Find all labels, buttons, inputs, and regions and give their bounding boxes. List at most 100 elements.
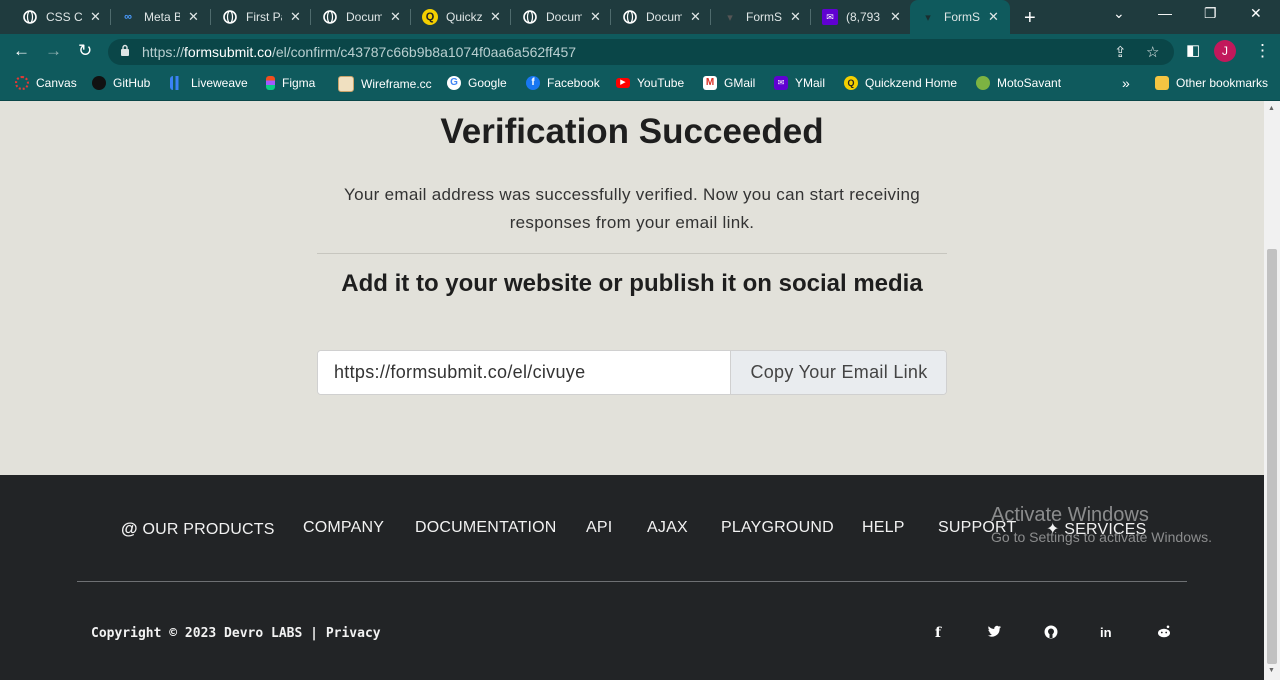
bookmark-google[interactable]: G Google xyxy=(447,76,507,90)
close-tab-icon[interactable]: ✕ xyxy=(90,9,101,25)
email-link-input[interactable] xyxy=(318,351,730,394)
bookmarks-overflow-button[interactable]: » xyxy=(1122,75,1130,91)
yahoo-mail-icon: ✉ xyxy=(822,9,838,25)
gmail-icon: M xyxy=(703,76,717,90)
motosavant-icon xyxy=(976,76,990,90)
twitter-icon[interactable] xyxy=(987,625,1002,641)
tab-title: First Pa xyxy=(246,10,282,24)
quickzend-icon: Q xyxy=(844,76,858,90)
globe-icon xyxy=(622,9,638,25)
footer-divider xyxy=(77,581,1187,582)
reddit-icon[interactable] xyxy=(1157,625,1171,641)
tab-title: FormSu xyxy=(746,10,782,24)
bookmark-facebook[interactable]: f Facebook xyxy=(526,76,600,90)
globe-icon xyxy=(522,9,538,25)
tab-css[interactable]: CSS Ca ✕ xyxy=(12,4,101,30)
bookmark-star-icon[interactable]: ☆ xyxy=(1146,43,1159,61)
copy-email-link-button[interactable]: Copy Your Email Link xyxy=(730,351,946,394)
linkedin-icon[interactable]: in xyxy=(1100,625,1112,640)
formsubmit-icon: ▾ xyxy=(925,11,931,24)
close-tab-icon[interactable]: ✕ xyxy=(188,9,199,25)
footer-nav-help[interactable]: HELP xyxy=(862,519,905,537)
footer-nav-our-products[interactable]: @ OUR PRODUCTS xyxy=(121,519,275,539)
wireframe-icon xyxy=(338,76,354,92)
github-icon[interactable] xyxy=(1044,625,1058,642)
url-text: https://formsubmit.co/el/confirm/c43787c… xyxy=(142,44,577,60)
tab-document-3[interactable]: Docum ✕ xyxy=(612,4,701,30)
tab-title: Docum xyxy=(346,10,382,24)
bookmark-wireframe[interactable]: Wireframe.cc xyxy=(338,76,432,92)
scroll-up-arrow-icon[interactable]: ▲ xyxy=(1268,105,1275,112)
bookmarks-bar: Canvas GitHub Liveweave Figma Wireframe.… xyxy=(0,70,1280,101)
new-tab-button[interactable]: + xyxy=(1024,7,1036,30)
close-tab-icon[interactable]: ✕ xyxy=(390,9,401,25)
email-link-group: Copy Your Email Link xyxy=(317,350,947,395)
tab-formsubmit-1[interactable]: ▾ FormSu ✕ xyxy=(712,4,801,30)
other-bookmarks[interactable]: Other bookmarks xyxy=(1155,76,1268,90)
scrollbar-thumb[interactable] xyxy=(1267,249,1277,664)
bookmark-ymail[interactable]: ✉ YMail xyxy=(774,76,825,90)
page-scrollbar[interactable]: ▲ ▼ xyxy=(1264,101,1280,680)
share-heading: Add it to your website or publish it on … xyxy=(341,270,923,297)
tab-quickzend[interactable]: Q Quickz ✕ xyxy=(412,4,501,30)
tab-title: CSS Ca xyxy=(46,10,82,24)
back-button[interactable]: ← xyxy=(13,41,30,61)
close-tab-icon[interactable]: ✕ xyxy=(490,9,501,25)
globe-icon xyxy=(222,9,238,25)
close-tab-icon[interactable]: ✕ xyxy=(790,9,801,25)
restore-button[interactable]: ❐ xyxy=(1204,5,1217,22)
forward-button[interactable]: → xyxy=(45,41,62,61)
tab-document-1[interactable]: Docum ✕ xyxy=(312,4,401,30)
bookmark-canvas[interactable]: Canvas xyxy=(15,76,77,90)
close-tab-icon[interactable]: ✕ xyxy=(988,9,999,25)
facebook-icon[interactable]: f xyxy=(935,625,941,641)
tab-document-2[interactable]: Docum ✕ xyxy=(512,4,601,30)
scroll-down-arrow-icon[interactable]: ▼ xyxy=(1268,667,1275,674)
activate-windows-title: Activate Windows xyxy=(991,504,1149,526)
figma-icon xyxy=(266,76,275,90)
close-tab-icon[interactable]: ✕ xyxy=(590,9,601,25)
tab-search-icon[interactable]: ⌄ xyxy=(1113,5,1125,22)
menu-kebab-icon[interactable]: ⋮ xyxy=(1254,41,1271,61)
lock-icon xyxy=(121,44,129,56)
verification-message: Your email address was successfully veri… xyxy=(344,185,920,232)
liveweave-icon xyxy=(170,76,184,90)
footer-nav-company[interactable]: COMPANY xyxy=(303,519,384,537)
close-tab-icon[interactable]: ✕ xyxy=(290,9,301,25)
tab-title: Docum xyxy=(646,10,682,24)
close-window-button[interactable]: ✕ xyxy=(1250,5,1262,22)
profile-avatar[interactable]: J xyxy=(1214,40,1236,62)
tab-strip: CSS Ca ✕ ∞ Meta B ✕ First Pa ✕ Docum ✕ Q… xyxy=(0,0,1280,34)
reload-button[interactable]: ↻ xyxy=(78,41,92,61)
footer-nav-ajax[interactable]: AJAX xyxy=(647,519,688,537)
address-bar[interactable]: https://formsubmit.co/el/confirm/c43787c… xyxy=(108,39,1174,65)
bookmark-quickzend[interactable]: Q Quickzend Home xyxy=(844,76,957,90)
share-icon[interactable]: ⇪ xyxy=(1114,43,1127,61)
tab-formsubmit-active[interactable]: ▾ FormSu ✕ xyxy=(910,0,1010,34)
bookmark-youtube[interactable]: ▶ YouTube xyxy=(616,76,684,90)
bookmark-figma[interactable]: Figma xyxy=(266,76,315,90)
tab-title: FormSu xyxy=(944,10,980,24)
bookmark-github[interactable]: GitHub xyxy=(92,76,150,90)
activate-windows-hint: Go to Settings to activate Windows. xyxy=(991,529,1212,545)
tab-yahoo-mail[interactable]: ✉ (8,793 ✕ xyxy=(812,4,901,30)
footer-nav-documentation[interactable]: DOCUMENTATION xyxy=(415,519,557,537)
youtube-icon: ▶ xyxy=(616,78,630,88)
side-panel-icon[interactable]: ◧ xyxy=(1186,41,1200,59)
tab-title: Quickz xyxy=(446,10,482,24)
minimize-button[interactable]: — xyxy=(1158,5,1172,21)
close-tab-icon[interactable]: ✕ xyxy=(690,9,701,25)
privacy-link[interactable]: Privacy xyxy=(326,626,381,641)
folder-icon xyxy=(1155,76,1169,90)
footer-nav-playground[interactable]: PLAYGROUND xyxy=(721,519,834,537)
tab-first-page[interactable]: First Pa ✕ xyxy=(212,4,301,30)
bookmark-gmail[interactable]: M GMail xyxy=(703,76,755,90)
meta-icon: ∞ xyxy=(124,11,132,23)
close-tab-icon[interactable]: ✕ xyxy=(890,9,901,25)
bookmark-motosavant[interactable]: MotoSavant xyxy=(976,76,1061,90)
bookmark-liveweave[interactable]: Liveweave xyxy=(170,76,248,90)
tab-meta[interactable]: ∞ Meta B ✕ xyxy=(110,4,199,30)
facebook-icon: f xyxy=(526,76,540,90)
footer-nav-api[interactable]: API xyxy=(586,519,612,537)
copyright-line: Copyright © 2023 Devro LABS | Privacy xyxy=(91,626,381,641)
